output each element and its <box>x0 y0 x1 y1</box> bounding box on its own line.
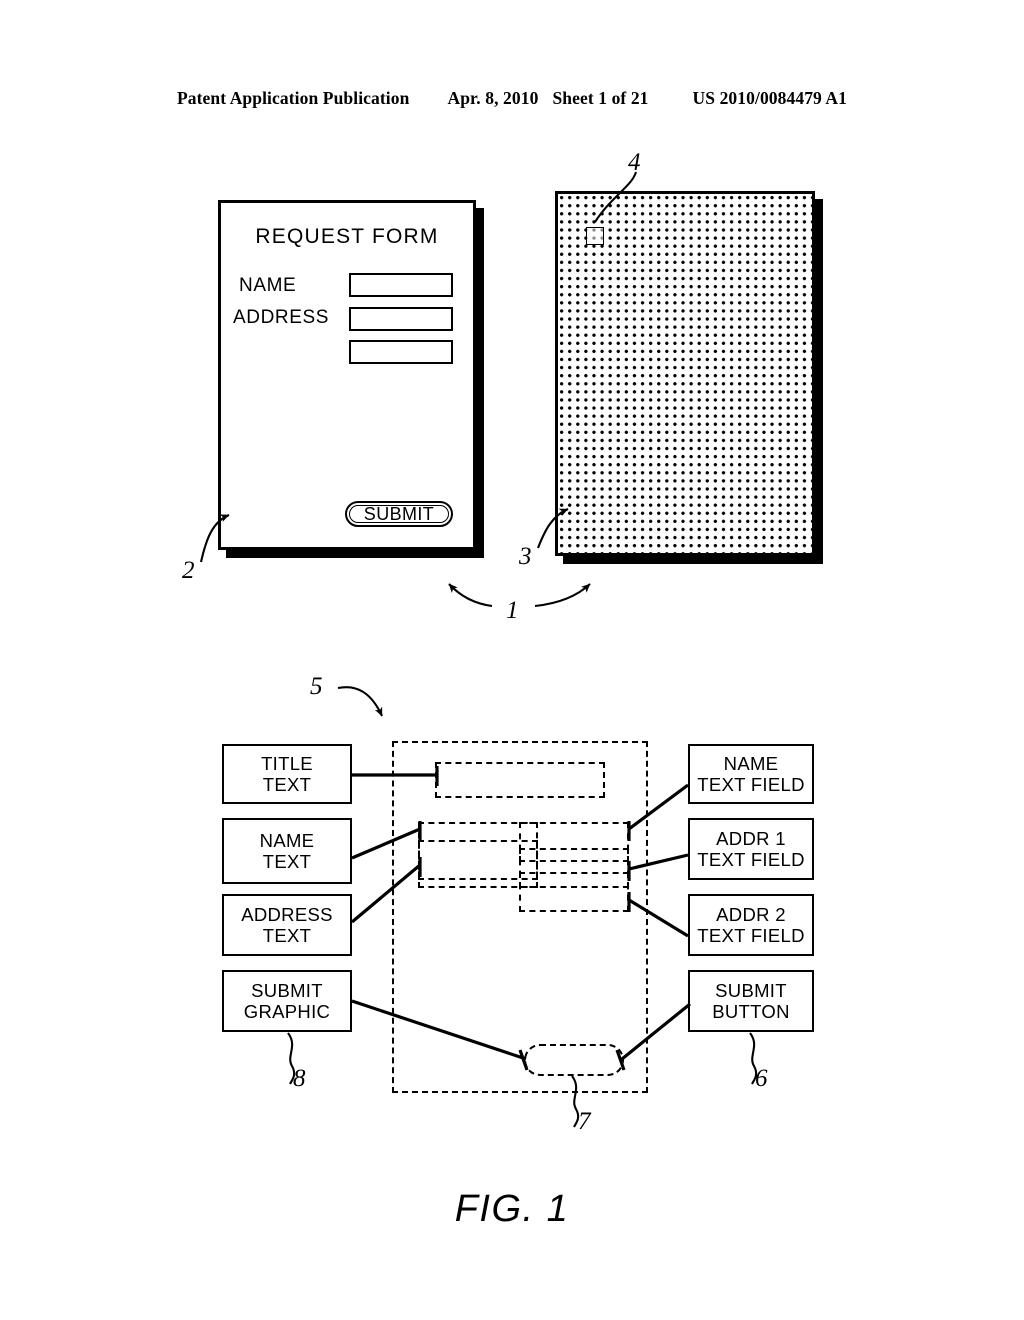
dashed-addr2-field-element <box>519 872 629 912</box>
block-address-text-line2: TEXT <box>262 925 312 946</box>
publication-label: Patent Application Publication <box>176 88 410 108</box>
block-submit-button-line1: SUBMIT <box>715 979 787 1001</box>
block-title-text-line2: TEXT <box>262 774 312 795</box>
block-submit-button-line2: BUTTON <box>712 1001 790 1022</box>
reference-numeral-8: 8 <box>293 1065 306 1092</box>
leader-line-overlay <box>199 171 758 1128</box>
block-title-text-line1: TITLE <box>261 752 313 774</box>
block-name-field-line2: TEXT FIELD <box>697 774 805 795</box>
publication-date: Apr. 8, 2010 <box>447 88 539 108</box>
block-addr2-text-field: ADDR 2 TEXT FIELD <box>688 894 814 956</box>
reference-numeral-3: 3 <box>519 543 532 570</box>
form-input-addr1[interactable] <box>349 307 453 331</box>
block-name-text-line1: NAME <box>259 829 315 851</box>
block-name-text: NAME TEXT <box>222 818 352 884</box>
block-address-text-line1: ADDRESS <box>241 903 333 925</box>
publication-header: Patent Application Publication Apr. 8, 2… <box>0 88 1024 109</box>
reference-numeral-2: 2 <box>182 557 195 584</box>
printed-request-form-page: REQUEST FORM NAME ADDRESS SUBMIT <box>218 200 476 550</box>
tag-region-marker <box>586 227 604 245</box>
reference-numeral-7: 7 <box>578 1108 591 1135</box>
block-address-text: ADDRESS TEXT <box>222 894 352 956</box>
form-input-addr2[interactable] <box>349 340 453 364</box>
block-name-field-line1: NAME <box>723 752 779 774</box>
block-submit-graphic: SUBMIT GRAPHIC <box>222 970 352 1032</box>
form-input-name[interactable] <box>349 273 453 297</box>
block-addr1-field-line1: ADDR 1 <box>716 827 786 849</box>
block-title-text: TITLE TEXT <box>222 744 352 804</box>
form-submit-button[interactable]: SUBMIT <box>345 501 453 527</box>
form-submit-label: SUBMIT <box>363 504 435 524</box>
patent-number: US 2010/0084479 A1 <box>692 88 847 108</box>
block-addr2-field-line2: TEXT FIELD <box>697 925 805 946</box>
coded-surface-page <box>555 191 815 556</box>
form-label-name: NAME <box>239 275 297 296</box>
block-addr1-field-line2: TEXT FIELD <box>697 849 805 870</box>
block-submit-graphic-line2: GRAPHIC <box>243 1001 331 1022</box>
form-label-address: ADDRESS <box>233 307 330 328</box>
reference-numeral-4: 4 <box>628 149 641 176</box>
form-title: REQUEST FORM <box>255 225 439 248</box>
figure-caption: FIG. 1 <box>454 1188 570 1230</box>
block-addr2-field-line1: ADDR 2 <box>716 903 786 925</box>
block-addr1-text-field: ADDR 1 TEXT FIELD <box>688 818 814 880</box>
dashed-submit-button-element <box>524 1044 624 1076</box>
dot-pattern-grid <box>558 194 812 553</box>
block-name-text-line2: TEXT <box>262 851 312 872</box>
dashed-title-element <box>435 762 605 798</box>
reference-numeral-5: 5 <box>310 673 323 700</box>
reference-numeral-6: 6 <box>755 1065 768 1092</box>
block-submit-graphic-line1: SUBMIT <box>251 979 323 1001</box>
block-name-text-field: NAME TEXT FIELD <box>688 744 814 804</box>
reference-numeral-1: 1 <box>506 597 519 624</box>
block-submit-button: SUBMIT BUTTON <box>688 970 814 1032</box>
sheet-number: Sheet 1 of 21 <box>552 88 649 108</box>
